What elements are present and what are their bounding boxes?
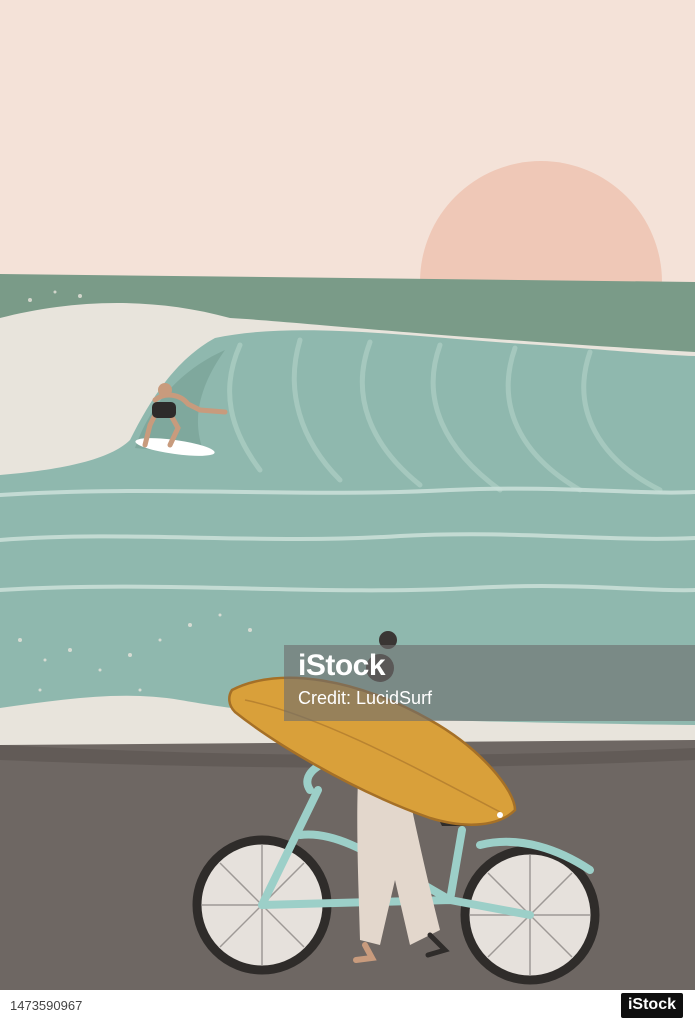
brand-logo: iStock bbox=[620, 993, 683, 1018]
brand-logo-text: iStock bbox=[620, 993, 683, 1018]
watermark-logo: iStock bbox=[298, 649, 386, 682]
stock-watermark: iStock Credit: LucidSurf bbox=[284, 645, 695, 721]
illustration-stage: iStock Credit: LucidSurf 1473590967 iSto… bbox=[0, 0, 695, 1024]
footer-bar: 1473590967 iStock bbox=[0, 990, 695, 1024]
image-id-label: 1473590967 bbox=[10, 998, 83, 1013]
beach-scene bbox=[0, 0, 695, 990]
watermark-credit: Credit: LucidSurf bbox=[298, 688, 433, 708]
